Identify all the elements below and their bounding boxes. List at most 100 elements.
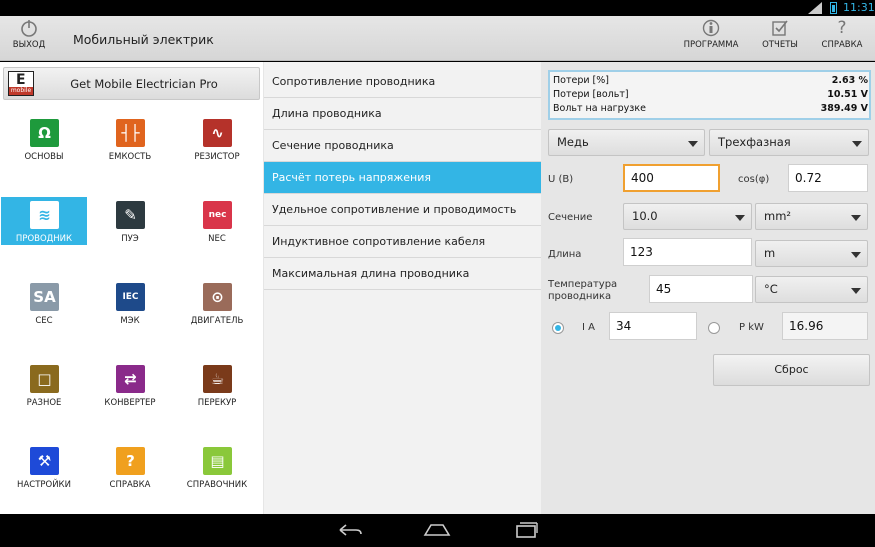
help-button[interactable]: ? СПРАВКА bbox=[820, 18, 864, 50]
category-item[interactable]: ☕ ПЕРЕКУР bbox=[174, 361, 260, 409]
back-icon[interactable] bbox=[336, 521, 364, 539]
category-item[interactable]: Ω ОСНОВЫ bbox=[1, 115, 87, 163]
app-title: Мобильный электрик bbox=[73, 32, 214, 47]
cable-icon: ≋ bbox=[30, 201, 59, 229]
category-label: ПУЭ bbox=[121, 234, 139, 244]
app-logo: E mobile bbox=[8, 71, 34, 96]
category-item[interactable]: IEC МЭК bbox=[87, 279, 173, 327]
category-label: МЭК bbox=[120, 316, 140, 326]
phase-select[interactable]: Трехфазная bbox=[709, 129, 869, 156]
list-item-section[interactable]: Сечение проводника bbox=[264, 130, 541, 162]
category-item[interactable]: ≋ ПРОВОДНИК bbox=[1, 197, 87, 245]
list-item-voltage-drop[interactable]: Расчёт потерь напряжения bbox=[264, 162, 541, 194]
category-item[interactable]: ✎ ПУЭ bbox=[87, 197, 173, 245]
category-label: РЕЗИСТОР bbox=[194, 152, 240, 162]
motor-icon: ⊙ bbox=[203, 283, 232, 311]
category-item[interactable]: □ РАЗНОЕ bbox=[1, 361, 87, 409]
power-radio[interactable] bbox=[708, 322, 720, 334]
category-item[interactable]: nec NEC bbox=[174, 197, 260, 245]
temp-unit: °C bbox=[764, 282, 778, 296]
misc-icon: □ bbox=[30, 365, 59, 393]
current-input[interactable]: 34 bbox=[609, 312, 697, 340]
category-label: НАСТРОЙКИ bbox=[17, 480, 71, 490]
category-item[interactable]: ∿ РЕЗИСТОР bbox=[174, 115, 260, 163]
main-area: E mobile Get Mobile Electrician Pro Ω ОСН… bbox=[0, 62, 875, 514]
material-value: Медь bbox=[557, 135, 589, 149]
book-icon: ▤ bbox=[203, 447, 232, 475]
report-icon bbox=[772, 20, 788, 36]
category-item[interactable]: ? СПРАВКА bbox=[87, 443, 173, 491]
exit-button[interactable]: ВЫХОД bbox=[10, 18, 48, 50]
temp-unit-select[interactable]: °C bbox=[755, 276, 868, 303]
reports-label: ОТЧЕТЫ bbox=[762, 40, 798, 50]
category-item[interactable]: SA CEC bbox=[1, 279, 87, 327]
category-item[interactable]: ┤├ ЕМКОСТЬ bbox=[87, 115, 173, 163]
category-label: СПРАВОЧНИК bbox=[186, 480, 248, 490]
logo-text: mobile bbox=[9, 87, 33, 95]
loss-volt-label: Потери [вольт] bbox=[553, 89, 629, 100]
voltage-input[interactable]: 400 bbox=[623, 164, 720, 192]
chevron-down-icon bbox=[852, 141, 862, 147]
navigation-bar bbox=[0, 514, 875, 547]
action-bar: ВЫХОД Мобильный электрик ПРОГРАММА ОТЧЕТ… bbox=[0, 16, 875, 61]
get-pro-button[interactable]: E mobile Get Mobile Electrician Pro bbox=[3, 67, 260, 100]
status-time: 11:31 bbox=[843, 1, 875, 14]
list-item-resistance[interactable]: Сопротивление проводника bbox=[264, 66, 541, 98]
temp-input[interactable]: 45 bbox=[649, 275, 753, 303]
chevron-down-icon bbox=[851, 252, 861, 258]
category-label: ОСНОВЫ bbox=[24, 152, 64, 162]
get-pro-label: Get Mobile Electrician Pro bbox=[70, 77, 218, 91]
section-value: 10.0 bbox=[632, 209, 658, 223]
program-label: ПРОГРАММА bbox=[683, 40, 739, 50]
category-item[interactable]: ⊙ ДВИГАТЕЛЬ bbox=[174, 279, 260, 327]
power-icon bbox=[21, 20, 37, 37]
csa-icon: SA bbox=[30, 283, 59, 311]
list-item-length[interactable]: Длина проводника bbox=[264, 98, 541, 130]
resistor-icon: ∿ bbox=[203, 119, 232, 147]
cos-label: cos(φ) bbox=[738, 174, 770, 185]
battery-icon bbox=[830, 2, 837, 14]
iec-icon: IEC bbox=[116, 283, 145, 311]
question-icon: ? bbox=[116, 447, 145, 475]
length-unit-select[interactable]: m bbox=[755, 240, 868, 267]
loss-volt-value: 10.51 V bbox=[827, 89, 868, 100]
category-label: ЕМКОСТЬ bbox=[108, 152, 152, 162]
section-unit: mm² bbox=[764, 209, 792, 223]
result-load-volt: Вольт на нагрузке 389.49 V bbox=[553, 103, 868, 117]
list-item-max-length[interactable]: Максимальная длина проводника bbox=[264, 258, 541, 290]
home-icon[interactable] bbox=[423, 521, 451, 539]
category-label: CEC bbox=[35, 316, 53, 326]
cos-input[interactable]: 0.72 bbox=[788, 164, 868, 192]
reader-icon: ✎ bbox=[116, 201, 145, 229]
omega-icon: Ω bbox=[30, 119, 59, 147]
category-label: РАЗНОЕ bbox=[26, 398, 62, 408]
recents-icon[interactable] bbox=[512, 521, 540, 539]
program-button[interactable]: ПРОГРАММА bbox=[682, 18, 740, 50]
phase-value: Трехфазная bbox=[718, 135, 791, 149]
power-label: P kW bbox=[739, 322, 764, 333]
category-label: ПРОВОДНИК bbox=[15, 234, 73, 244]
capacitor-icon: ┤├ bbox=[116, 119, 145, 147]
category-item[interactable]: ⚒ НАСТРОЙКИ bbox=[1, 443, 87, 491]
material-select[interactable]: Медь bbox=[548, 129, 705, 156]
section-unit-select[interactable]: mm² bbox=[755, 203, 868, 230]
voltage-label: U (B) bbox=[548, 174, 574, 185]
length-input[interactable]: 123 bbox=[623, 238, 752, 266]
category-label: NEC bbox=[208, 234, 226, 244]
question-icon: ? bbox=[837, 18, 847, 38]
list-item-resistivity[interactable]: Удельное сопротивление и проводимость bbox=[264, 194, 541, 226]
reset-button[interactable]: Сброс bbox=[713, 354, 870, 386]
reports-button[interactable]: ОТЧЕТЫ bbox=[760, 18, 800, 50]
category-item[interactable]: ▤ СПРАВОЧНИК bbox=[174, 443, 260, 491]
nec-icon: nec bbox=[203, 201, 232, 229]
temp-label: Температура проводника bbox=[548, 279, 618, 302]
list-item-inductance[interactable]: Индуктивное сопротивление кабеля bbox=[264, 226, 541, 258]
loss-pct-label: Потери [%] bbox=[553, 75, 609, 86]
category-label: ПЕРЕКУР bbox=[197, 398, 237, 408]
results-box: Потери [%] 2.63 % Потери [вольт] 10.51 V… bbox=[548, 70, 871, 120]
current-radio[interactable] bbox=[552, 322, 564, 334]
section-select[interactable]: 10.0 bbox=[623, 203, 752, 230]
category-item[interactable]: ⇄ КОНВЕРТЕР bbox=[87, 361, 173, 409]
result-loss-volt: Потери [вольт] 10.51 V bbox=[553, 89, 868, 103]
help-label: СПРАВКА bbox=[821, 40, 863, 50]
